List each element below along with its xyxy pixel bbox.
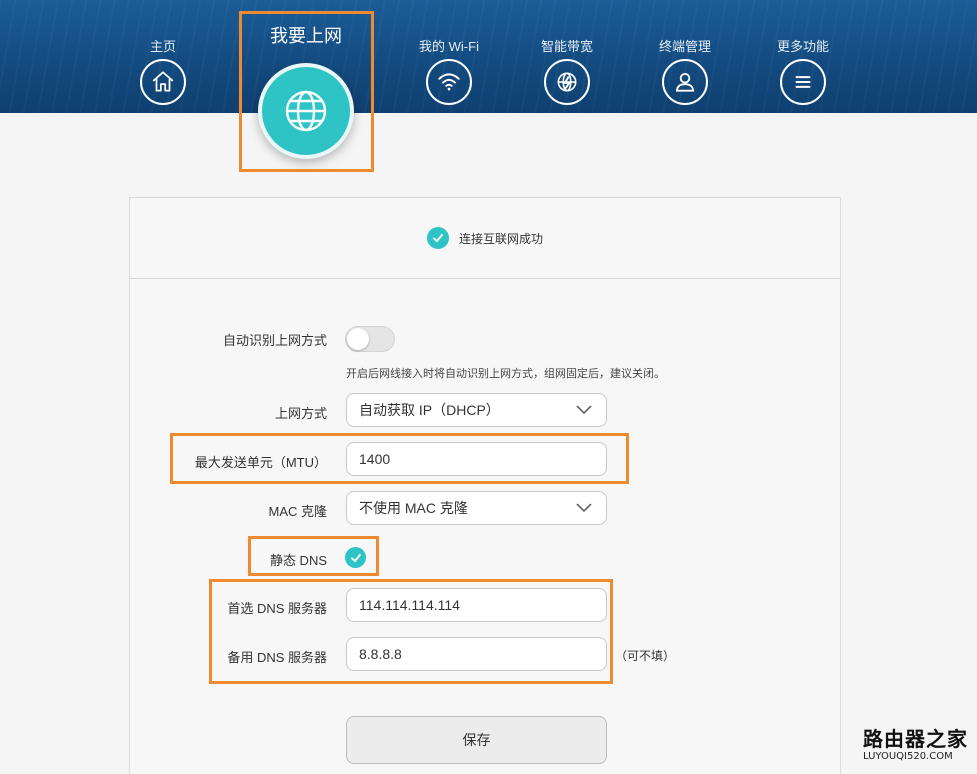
static-dns-label: 静态 DNS: [269, 553, 327, 568]
auto-detect-label: 自动识别上网方式: [222, 333, 327, 348]
mtu-value: 1400: [359, 451, 391, 467]
watermark-main: 路由器之家: [863, 727, 968, 751]
top-nav-bar: 主页 我的 Wi-Fi 智能带宽 终端管理 更多功能 我要上网: [0, 0, 977, 113]
primary-dns-value: 114.114.114.114: [359, 597, 460, 613]
auto-detect-toggle[interactable]: [345, 326, 395, 352]
nav-label-internet[interactable]: 我要上网: [240, 22, 372, 48]
mtu-label: 最大发送单元（MTU）: [194, 455, 327, 470]
connection-type-value: 自动获取 IP（DHCP）: [359, 402, 500, 418]
nav-label-wifi: 我的 Wi-Fi: [419, 39, 479, 54]
secondary-dns-label: 备用 DNS 服务器: [227, 650, 327, 665]
bandwidth-icon: [544, 59, 590, 105]
mac-clone-select[interactable]: 不使用 MAC 克隆: [346, 491, 607, 525]
settings-panel: 连接互联网成功: [129, 197, 841, 774]
menu-icon: [780, 59, 826, 105]
connection-type-label: 上网方式: [274, 406, 327, 421]
watermark-sub: LUYOUQI520.COM: [863, 751, 953, 762]
nav-item-more[interactable]: 更多功能: [753, 38, 853, 105]
mac-clone-label: MAC 克隆: [268, 504, 327, 519]
nav-label-terminal: 终端管理: [658, 39, 711, 54]
mac-clone-value: 不使用 MAC 克隆: [359, 500, 468, 516]
user-icon: [662, 59, 708, 105]
mtu-input[interactable]: 1400: [346, 442, 607, 476]
connection-type-select[interactable]: 自动获取 IP（DHCP）: [346, 393, 607, 427]
globe-icon[interactable]: [258, 63, 354, 159]
watermark-logo: 路由器之家 LUYOUQI520.COM: [863, 727, 973, 763]
home-icon: [140, 59, 186, 105]
chevron-down-icon: [576, 503, 592, 513]
nav-item-wifi[interactable]: 我的 Wi-Fi: [399, 38, 499, 105]
check-icon: [426, 227, 449, 249]
nav-item-bandwidth[interactable]: 智能带宽: [517, 38, 617, 105]
nav-item-home[interactable]: 主页: [113, 38, 213, 105]
nav-label-more: 更多功能: [776, 39, 829, 54]
static-dns-checkbox[interactable]: [345, 547, 366, 568]
primary-dns-input[interactable]: 114.114.114.114: [346, 588, 607, 622]
secondary-dns-note: （可不填）: [615, 649, 676, 663]
nav-label-home: 主页: [149, 39, 176, 54]
secondary-dns-value: 8.8.8.8: [359, 646, 402, 662]
primary-dns-label: 首选 DNS 服务器: [227, 601, 327, 616]
wifi-icon: [426, 59, 472, 105]
status-text: 连接互联网成功: [458, 231, 543, 246]
secondary-dns-input[interactable]: 8.8.8.8: [346, 637, 607, 671]
chevron-down-icon: [576, 405, 592, 415]
nav-label-bandwidth: 智能带宽: [540, 39, 593, 54]
save-button[interactable]: 保存: [346, 716, 607, 764]
nav-item-terminal[interactable]: 终端管理: [635, 38, 735, 105]
auto-detect-hint: 开启后网线接入时将自动识别上网方式，组网固定后，建议关闭。: [346, 368, 665, 380]
status-bar: 连接互联网成功: [130, 198, 840, 279]
toggle-knob: [347, 328, 369, 350]
